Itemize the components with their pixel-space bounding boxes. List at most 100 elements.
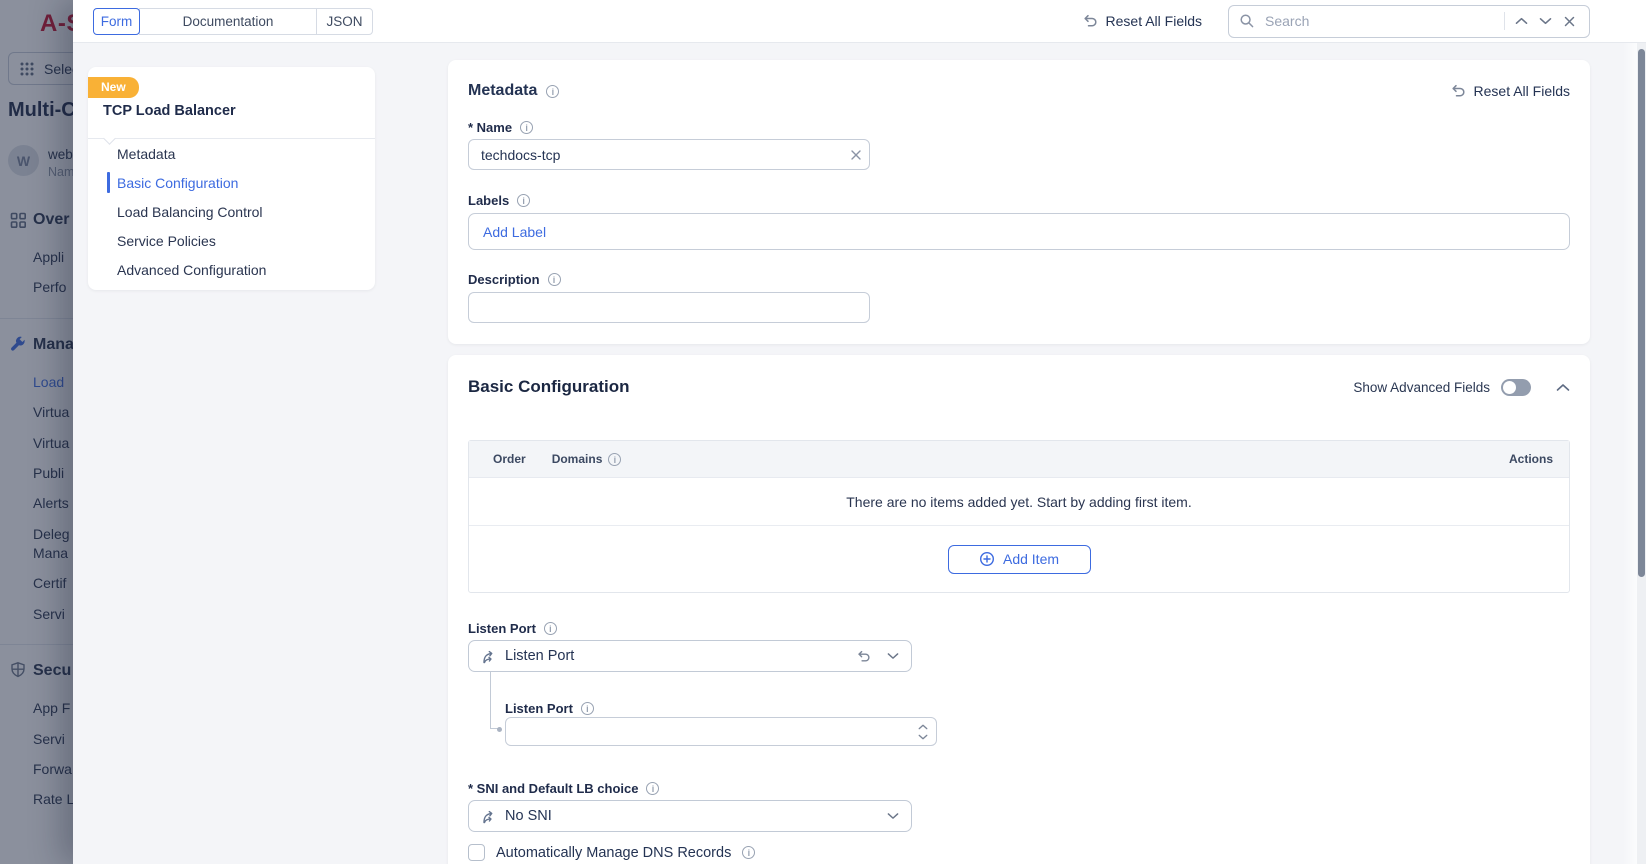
name-field-label: * Name [468, 120, 533, 135]
description-input[interactable] [469, 300, 869, 316]
wizard-steps: Metadata Basic Configuration Load Balanc… [88, 139, 375, 284]
scroll-edge-fade [1623, 43, 1637, 864]
sni-field-label: * SNI and Default LB choice [468, 781, 659, 796]
search-input[interactable] [1263, 12, 1500, 30]
chevron-down-icon [1539, 17, 1552, 25]
search-icon [1239, 13, 1255, 29]
tab-documentation[interactable]: Documentation [139, 8, 317, 35]
listen-port-field-label: Listen Port [468, 621, 557, 636]
one-of-selector-icon [481, 809, 496, 824]
search-next-button[interactable] [1533, 9, 1557, 33]
name-input[interactable] [469, 147, 843, 163]
listen-port-number-input[interactable] [506, 724, 918, 740]
info-icon[interactable] [581, 702, 594, 715]
clear-name-button[interactable] [843, 140, 869, 169]
info-icon[interactable] [742, 846, 755, 859]
add-item-row: Add Item [469, 526, 1569, 592]
step-load-balancing-control[interactable]: Load Balancing Control [88, 197, 375, 226]
reset-all-fields-label: Reset All Fields [1106, 13, 1202, 29]
chevron-down-icon [918, 734, 928, 740]
add-item-button[interactable]: Add Item [948, 545, 1091, 574]
info-icon[interactable] [544, 622, 557, 635]
close-icon [1564, 16, 1575, 27]
number-stepper [918, 722, 928, 741]
one-of-selector-icon [481, 649, 496, 664]
wizard-nav-card: New TCP Load Balancer Metadata Basic Con… [88, 67, 375, 290]
chevron-down-icon[interactable] [887, 812, 899, 820]
panel-content: New TCP Load Balancer Metadata Basic Con… [73, 43, 1646, 864]
tab-json[interactable]: JSON [316, 8, 373, 35]
search-box[interactable] [1228, 5, 1590, 38]
view-tabs: Form Documentation JSON [93, 8, 373, 35]
basic-configuration-card: Basic Configuration Show Advanced Fields… [448, 355, 1590, 864]
labels-box[interactable]: Add Label [468, 213, 1570, 250]
column-actions: Actions [1509, 452, 1553, 466]
show-advanced-fields-label: Show Advanced Fields [1353, 380, 1490, 395]
undo-icon [1450, 84, 1466, 98]
basic-configuration-title: Basic Configuration [468, 377, 630, 397]
tab-form[interactable]: Form [93, 8, 140, 35]
wizard-title: TCP Load Balancer [103, 103, 236, 119]
column-order: Order [493, 452, 526, 466]
collapse-section-button[interactable] [1556, 383, 1570, 392]
chevron-down-icon[interactable] [887, 652, 899, 660]
search-divider [1504, 12, 1505, 30]
dns-records-checkbox[interactable] [468, 844, 485, 861]
new-badge: New [88, 77, 139, 98]
stepper-down-button[interactable] [918, 732, 928, 741]
advanced-fields-control: Show Advanced Fields [1353, 379, 1570, 396]
metadata-card-header: Metadata Reset All Fields [468, 82, 1570, 100]
info-icon[interactable] [517, 194, 530, 207]
close-icon [851, 150, 861, 160]
step-basic-configuration[interactable]: Basic Configuration [88, 168, 375, 197]
empty-table-message: There are no items added yet. Start by a… [469, 478, 1569, 526]
stepper-up-button[interactable] [918, 722, 928, 731]
sni-selector[interactable]: No SNI [468, 800, 912, 832]
name-input-wrap [468, 139, 870, 170]
undo-icon[interactable] [856, 650, 871, 663]
listen-port-selected-value: Listen Port [505, 648, 574, 664]
scrollbar-thumb[interactable] [1638, 49, 1645, 577]
chevron-up-icon [1556, 383, 1570, 392]
metadata-reset-label: Reset All Fields [1474, 83, 1570, 99]
child-field-connector [490, 672, 499, 729]
info-icon[interactable] [646, 782, 659, 795]
sni-selected-value: No SNI [505, 808, 552, 824]
info-icon[interactable] [520, 121, 533, 134]
metadata-title: Metadata [468, 82, 537, 100]
search-prev-button[interactable] [1509, 9, 1533, 33]
listen-port-selector[interactable]: Listen Port [468, 640, 912, 672]
info-icon[interactable] [548, 273, 561, 286]
step-service-policies[interactable]: Service Policies [88, 226, 375, 255]
column-domains: Domains [552, 452, 622, 466]
info-icon[interactable] [546, 85, 559, 98]
description-field-label: Description [468, 272, 561, 287]
form-panel: Form Documentation JSON Reset All Fields [73, 0, 1646, 864]
undo-icon [1082, 14, 1098, 28]
step-metadata[interactable]: Metadata [88, 139, 375, 168]
step-advanced-configuration[interactable]: Advanced Configuration [88, 255, 375, 284]
metadata-title-row: Metadata [468, 82, 559, 100]
connector-dot [497, 727, 502, 732]
panel-topbar: Form Documentation JSON Reset All Fields [73, 0, 1646, 43]
labels-field-label: Labels [468, 193, 530, 208]
metadata-card: Metadata Reset All Fields * Name [448, 60, 1590, 344]
screen: A-S Selec Multi-C W web Nam Over Appli P… [0, 0, 1646, 864]
show-advanced-fields-toggle[interactable] [1501, 379, 1531, 396]
plus-circle-icon [979, 551, 995, 567]
reset-all-fields-button[interactable]: Reset All Fields [1082, 13, 1202, 29]
listen-port-number-input-wrap [505, 717, 937, 746]
basic-card-header: Basic Configuration Show Advanced Fields [468, 377, 1570, 397]
domains-table: Order Domains Actions There are no items… [468, 440, 1570, 593]
metadata-reset-fields-button[interactable]: Reset All Fields [1450, 83, 1570, 99]
chevron-up-icon [1515, 17, 1528, 25]
add-label-button[interactable]: Add Label [483, 224, 546, 240]
listen-port-child-label: Listen Port [505, 701, 594, 716]
chevron-up-icon [918, 724, 928, 730]
vertical-scrollbar[interactable] [1637, 43, 1646, 864]
domains-table-header: Order Domains Actions [469, 441, 1569, 478]
search-close-button[interactable] [1557, 9, 1581, 33]
info-icon[interactable] [608, 453, 621, 466]
toggle-knob [1503, 381, 1516, 394]
dns-records-row: Automatically Manage DNS Records [468, 844, 755, 861]
